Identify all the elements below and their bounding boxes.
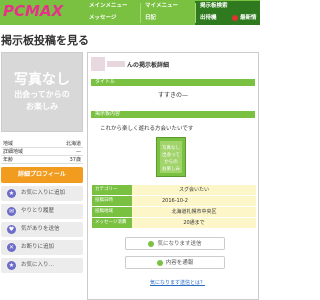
- add-block-button[interactable]: ✕ お断りに追加: [1, 240, 83, 255]
- nav-messages[interactable]: メッセージ: [85, 13, 116, 24]
- detail-value: 20通まで: [132, 218, 256, 228]
- detail-key: メッセージ消費: [92, 218, 132, 228]
- send-interest-button[interactable]: ♥ 気がありを送信: [1, 222, 83, 237]
- nav-latest[interactable]: 最新情報: [228, 13, 260, 32]
- detail-key: カテゴリー: [92, 185, 132, 195]
- nav-my-menu[interactable]: マイメニュー: [141, 1, 178, 12]
- profile-info-table: 地域 北海道 詳細地域 — 年齢 37歳: [1, 140, 83, 164]
- nav-board-search[interactable]: 掲示板検索: [196, 1, 228, 12]
- board-detail-header: んの掲示板詳細: [91, 55, 255, 73]
- photo-placeholder-title: 写真なし: [14, 72, 70, 88]
- info-row-region: 地域 北海道: [1, 140, 83, 148]
- side-button-label: やりとり履歴: [21, 208, 55, 214]
- info-value: 北海道: [65, 141, 81, 147]
- add-favorite-button[interactable]: ★ お気に入りに追加: [1, 186, 83, 201]
- nav-diary[interactable]: 日記: [141, 13, 156, 24]
- side-button-label: お気に入り…: [21, 262, 55, 268]
- message-history-button[interactable]: ✉ やりとり履歴: [1, 204, 83, 219]
- info-value: —: [76, 149, 81, 155]
- info-value: 37歳: [69, 157, 81, 163]
- detail-key: 投稿日時: [92, 196, 132, 206]
- info-key: 地域: [3, 141, 14, 147]
- content-section-bar: 掲示板内容: [91, 111, 255, 118]
- action-label: 気になります送信: [157, 241, 202, 247]
- detail-row-category: カテゴリー スグ会いたい: [92, 185, 256, 195]
- star-icon: ★: [7, 189, 16, 198]
- detail-row-message-cost: メッセージ消費 20通まで: [92, 218, 256, 228]
- heart-icon: [148, 240, 155, 247]
- detail-row-posted-date: 投稿日時 2016-10-2: [92, 196, 256, 206]
- thumbnail-placeholder-text: 写真なし 出会って からの お楽しみ: [160, 141, 182, 173]
- detail-value: 北海道札幌市中央区: [132, 207, 256, 217]
- detail-value: スグ会いたい: [132, 185, 256, 195]
- detail-row-posted-area: 投稿地域 北海道札幌市中央区: [92, 207, 256, 217]
- info-row-age: 年齢 37歳: [1, 156, 83, 164]
- flag-icon: [156, 259, 163, 266]
- main-navigation: メインメニュー マイメニュー 掲示板検索 メッセージ 日記 出待機 最新情報: [85, 1, 260, 32]
- detail-key: 投稿地域: [92, 207, 132, 217]
- post-detail-table: カテゴリー スグ会いたい 投稿日時 2016-10-2 投稿地域 北海道札幌市中央区 …: [92, 185, 256, 229]
- info-key: 詳細地域: [3, 149, 24, 155]
- site-logo[interactable]: PCMAX: [3, 2, 63, 20]
- star-icon: ★: [7, 261, 16, 270]
- chat-icon: ✉: [7, 207, 16, 216]
- send-interest-action-button[interactable]: 気になります送信: [125, 237, 225, 250]
- photo-placeholder-subtitle: 出会ってからの お楽しみ: [14, 90, 70, 111]
- title-section-bar: タイトル: [91, 79, 255, 86]
- board-detail-panel: んの掲示板詳細 タイトル すすきの— 掲示板内容 これから楽しく遊れる方会いたい…: [87, 52, 259, 300]
- page-title: 掲示板投稿を見る: [1, 34, 89, 47]
- block-icon: ✕: [7, 243, 16, 252]
- action-label: 内容を通報: [165, 260, 194, 266]
- favorite-list-button[interactable]: ★ お気に入り…: [1, 258, 83, 273]
- nav-main-menu[interactable]: メインメニュー: [85, 1, 127, 12]
- board-detail-title: んの掲示板詳細: [127, 62, 170, 69]
- post-photo-thumbnail[interactable]: 写真なし 出会って からの お楽しみ: [156, 137, 186, 177]
- header-bar: PCMAX メインメニュー マイメニュー 掲示板検索 メッセージ 日記 出待機 …: [0, 0, 260, 32]
- bell-icon: [232, 14, 238, 21]
- what-is-interest-link[interactable]: 気になります送信とは？: [150, 279, 205, 286]
- side-button-label: 気がありを送信: [21, 226, 60, 232]
- post-title: すすきの—: [157, 92, 188, 99]
- username-redacted: [107, 61, 125, 67]
- info-key: 年齢: [3, 157, 14, 163]
- nav-standby[interactable]: 出待機: [196, 13, 217, 24]
- report-content-button[interactable]: 内容を通報: [125, 256, 225, 269]
- post-content: これから楽しく遊れる方会いたいです: [100, 126, 194, 132]
- detail-value: 2016-10-2: [132, 196, 256, 206]
- profile-photo-placeholder[interactable]: 写真なし 出会ってからの お楽しみ: [1, 52, 83, 132]
- info-row-detail-region: 詳細地域 —: [1, 148, 83, 156]
- side-button-label: お気に入りに追加: [21, 190, 66, 196]
- avatar: [91, 57, 105, 71]
- heart-icon: ♥: [7, 225, 16, 234]
- side-button-label: お断りに追加: [21, 244, 55, 250]
- sidebar: 写真なし 出会ってからの お楽しみ 地域 北海道 詳細地域 — 年齢 37歳 詳細プロ…: [1, 52, 83, 273]
- detail-profile-button[interactable]: 詳細プロフィール: [1, 167, 83, 183]
